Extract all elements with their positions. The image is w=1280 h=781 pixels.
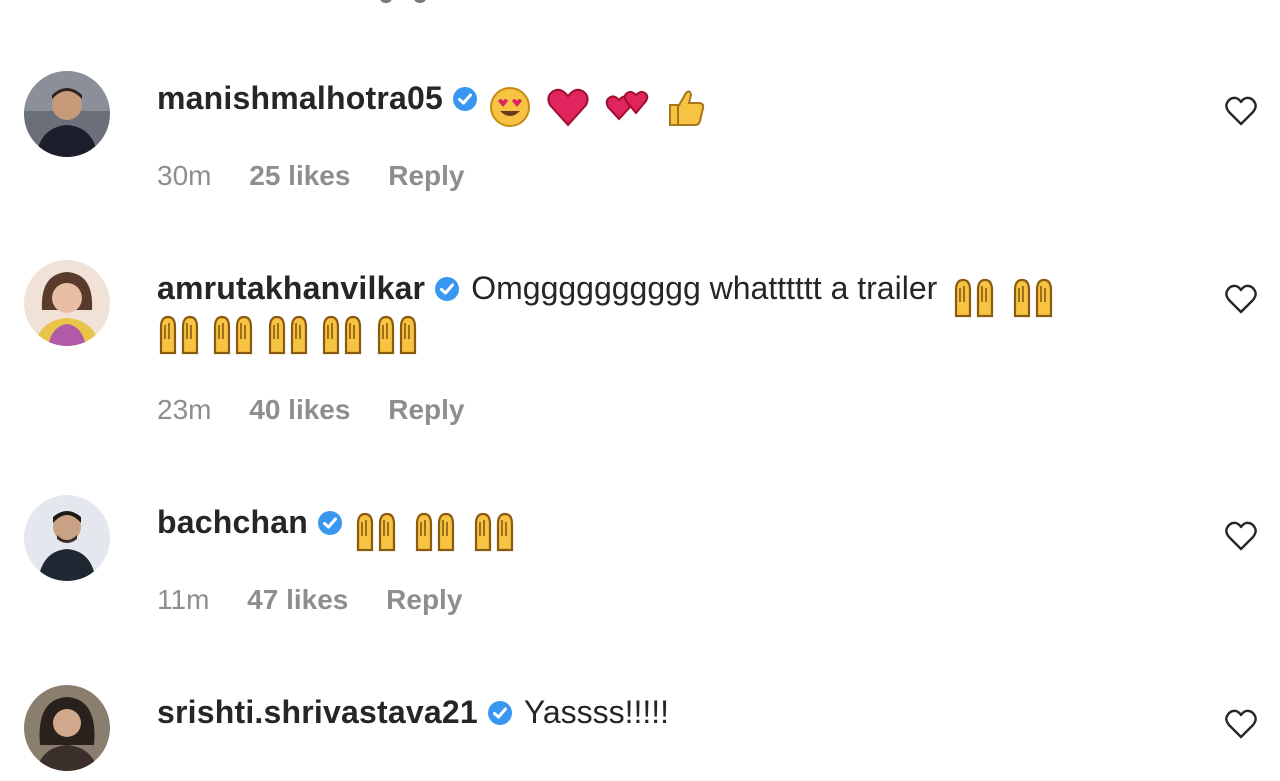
comment-likes[interactable]: 47 likes — [247, 584, 348, 615]
avatar[interactable] — [24, 260, 110, 346]
comment-time: 11m — [157, 584, 210, 615]
reply-button[interactable]: Reply — [388, 394, 464, 425]
comment-username[interactable]: srishti.shrivastava21 — [157, 694, 478, 730]
thumbs-up-icon — [666, 87, 706, 127]
raising-hands-icon — [266, 313, 310, 355]
comment-time: 30m — [157, 160, 212, 191]
like-heart-icon[interactable] — [1224, 95, 1258, 127]
raising-hands-icon — [1011, 276, 1055, 318]
reply-button[interactable]: Reply — [388, 160, 464, 191]
previous-comment-fragment — [380, 0, 480, 4]
raising-hands-icon — [413, 510, 457, 552]
comment-text: Omgggggggggg whatttttt a trailer — [471, 270, 938, 306]
comment-username[interactable]: bachchan — [157, 504, 308, 540]
comment-emojis — [489, 84, 712, 128]
smiling-face-with-heart-eyes-icon — [489, 86, 531, 128]
comment-username[interactable]: amrutakhanvilkar — [157, 270, 425, 306]
raising-hands-icon — [320, 313, 364, 355]
avatar[interactable] — [24, 495, 110, 581]
raising-hands-icon — [952, 276, 996, 318]
verified-badge-icon — [317, 511, 342, 535]
comment-emojis — [952, 274, 1061, 318]
comment-time: 23m — [157, 394, 212, 425]
raising-hands-icon — [375, 313, 419, 355]
like-heart-icon[interactable] — [1224, 520, 1258, 552]
raising-hands-icon — [354, 510, 398, 552]
raising-hands-icon — [472, 510, 516, 552]
raising-hands-icon — [211, 313, 255, 355]
two-hearts-icon — [605, 89, 651, 125]
reply-button[interactable]: Reply — [386, 584, 462, 615]
verified-badge-icon — [452, 87, 477, 111]
comment-text: Yassss!!!!! — [523, 694, 670, 730]
verified-badge-icon — [435, 277, 460, 301]
comment-likes[interactable]: 40 likes — [249, 394, 350, 425]
comment-emojis-wrapped — [157, 313, 425, 355]
avatar[interactable] — [24, 685, 110, 771]
avatar[interactable] — [24, 71, 110, 157]
comment-likes[interactable]: 25 likes — [249, 160, 350, 191]
like-heart-icon[interactable] — [1224, 708, 1258, 740]
comment-emojis — [354, 508, 522, 552]
raising-hands-icon — [157, 313, 201, 355]
comments-panel: manishmalhotra05 30m 25 likes Reply amru… — [0, 0, 1280, 781]
like-heart-icon[interactable] — [1224, 283, 1258, 315]
comment-username[interactable]: manishmalhotra05 — [157, 80, 443, 116]
red-heart-icon — [546, 87, 590, 127]
verified-badge-icon — [487, 701, 512, 725]
